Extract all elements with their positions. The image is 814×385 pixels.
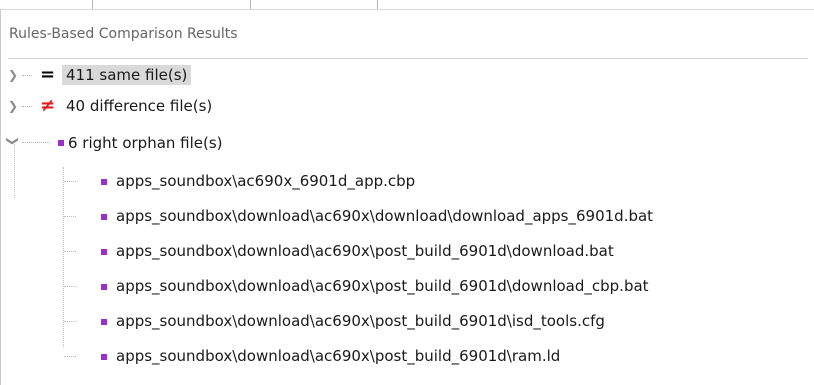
tree-node-label[interactable]: 411 same file(s) <box>62 65 192 85</box>
tree-connector <box>22 75 32 76</box>
tree-leaf-file[interactable]: apps_soundbox\download\ac690x\post_build… <box>0 343 814 375</box>
tree-leaf-file[interactable]: apps_soundbox\download\ac690x\post_build… <box>0 238 814 270</box>
tree-connector <box>64 286 76 287</box>
clipped-upper-pane <box>0 0 814 10</box>
file-path-label[interactable]: apps_soundbox\download\ac690x\post_build… <box>116 346 560 366</box>
tree-node-difference[interactable]: ❯ ≠ 40 difference file(s) <box>0 91 814 123</box>
file-path-label[interactable]: apps_soundbox\ac690x_6901d_app.cbp <box>116 171 415 191</box>
column-divider <box>250 0 251 9</box>
tree-connector <box>64 356 76 357</box>
file-path-label[interactable]: apps_soundbox\download\ac690x\post_build… <box>116 241 614 261</box>
file-path-label[interactable]: apps_soundbox\download\ac690x\post_build… <box>116 276 649 296</box>
tree-leaf-file[interactable]: apps_soundbox\ac690x_6901d_app.cbp <box>0 168 814 200</box>
upper-pane-edge <box>0 9 814 10</box>
title-separator <box>8 58 808 59</box>
tree-node-label[interactable]: 40 difference file(s) <box>66 96 212 116</box>
tree-connector <box>22 106 32 107</box>
tree-node-right-orphan[interactable]: ❯ 6 right orphan file(s) <box>0 130 814 162</box>
panel-title: Rules-Based Comparison Results <box>9 26 238 42</box>
tree-leaf-file[interactable]: apps_soundbox\download\ac690x\post_build… <box>0 308 814 340</box>
file-path-label[interactable]: apps_soundbox\download\ac690x\post_build… <box>116 311 605 331</box>
right-orphan-bullet-icon <box>101 179 107 185</box>
tree-connector <box>64 321 76 322</box>
chevron-right-icon[interactable]: ❯ <box>7 99 19 113</box>
not-equal-sign-icon: ≠ <box>40 95 56 116</box>
tree-node-label[interactable]: 6 right orphan file(s) <box>68 133 223 153</box>
right-orphan-bullet-icon <box>101 319 107 325</box>
tree-connector <box>22 142 50 143</box>
chevron-down-icon[interactable]: ❯ <box>6 135 20 147</box>
tree-connector <box>64 251 76 252</box>
file-path-label[interactable]: apps_soundbox\download\ac690x\download\d… <box>116 206 653 226</box>
right-orphan-bullet-icon <box>101 249 107 255</box>
tree-leaf-file[interactable]: apps_soundbox\download\ac690x\post_build… <box>0 273 814 305</box>
right-orphan-bullet-icon <box>101 354 107 360</box>
chevron-right-icon[interactable]: ❯ <box>7 68 19 82</box>
right-orphan-bullet-icon <box>101 214 107 220</box>
tree-connector <box>64 216 76 217</box>
right-orphan-bullet-icon <box>58 140 64 146</box>
column-divider <box>92 0 93 9</box>
column-divider <box>377 0 378 9</box>
right-orphan-bullet-icon <box>101 284 107 290</box>
equal-sign-icon: = <box>40 64 56 85</box>
tree-connector <box>64 181 76 182</box>
results-tree[interactable]: ❯ = 411 same file(s) ❯ ≠ 40 difference f… <box>0 60 814 385</box>
tree-leaf-file[interactable]: apps_soundbox\download\ac690x\download\d… <box>0 203 814 235</box>
tree-node-same[interactable]: ❯ = 411 same file(s) <box>0 60 814 92</box>
